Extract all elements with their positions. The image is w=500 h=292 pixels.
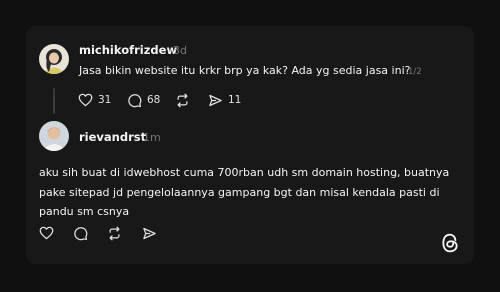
comment-icon xyxy=(127,93,142,108)
reply-username[interactable]: rievandrst xyxy=(79,130,146,144)
comment-button[interactable]: 68 xyxy=(127,92,160,108)
thread-line xyxy=(53,88,55,114)
share-icon xyxy=(142,226,157,241)
post-username[interactable]: michikofrizdew xyxy=(79,43,177,57)
like-button[interactable]: 31 xyxy=(78,92,111,108)
thread-card: michikofrizdew 3d Jasa bikin website itu… xyxy=(26,26,474,264)
share-count: 11 xyxy=(228,94,242,106)
reply-text: aku sih buat di idwebhost cuma 700rban u… xyxy=(39,166,450,218)
heart-icon xyxy=(78,93,93,107)
repost-icon xyxy=(175,93,190,108)
like-button[interactable] xyxy=(39,225,54,241)
repost-button[interactable] xyxy=(107,225,122,241)
threads-logo-icon[interactable] xyxy=(440,232,460,258)
avatar[interactable] xyxy=(39,121,69,151)
comment-count: 68 xyxy=(147,94,161,106)
post-text: Jasa bikin website itu krkr brp ya kak? … xyxy=(79,64,411,77)
comment-button[interactable] xyxy=(73,225,88,241)
repost-icon xyxy=(107,226,122,241)
repost-button[interactable] xyxy=(175,92,190,108)
comment-icon xyxy=(73,226,88,241)
avatar[interactable] xyxy=(39,44,69,74)
heart-icon xyxy=(39,226,54,240)
share-button[interactable] xyxy=(142,225,157,241)
share-icon xyxy=(208,93,223,108)
like-count: 31 xyxy=(98,94,112,106)
page-indicator: 1/2 xyxy=(408,67,422,77)
post-time: 3d xyxy=(173,44,187,57)
reply-time: 1m xyxy=(143,131,161,144)
share-button[interactable]: 11 xyxy=(208,92,241,108)
